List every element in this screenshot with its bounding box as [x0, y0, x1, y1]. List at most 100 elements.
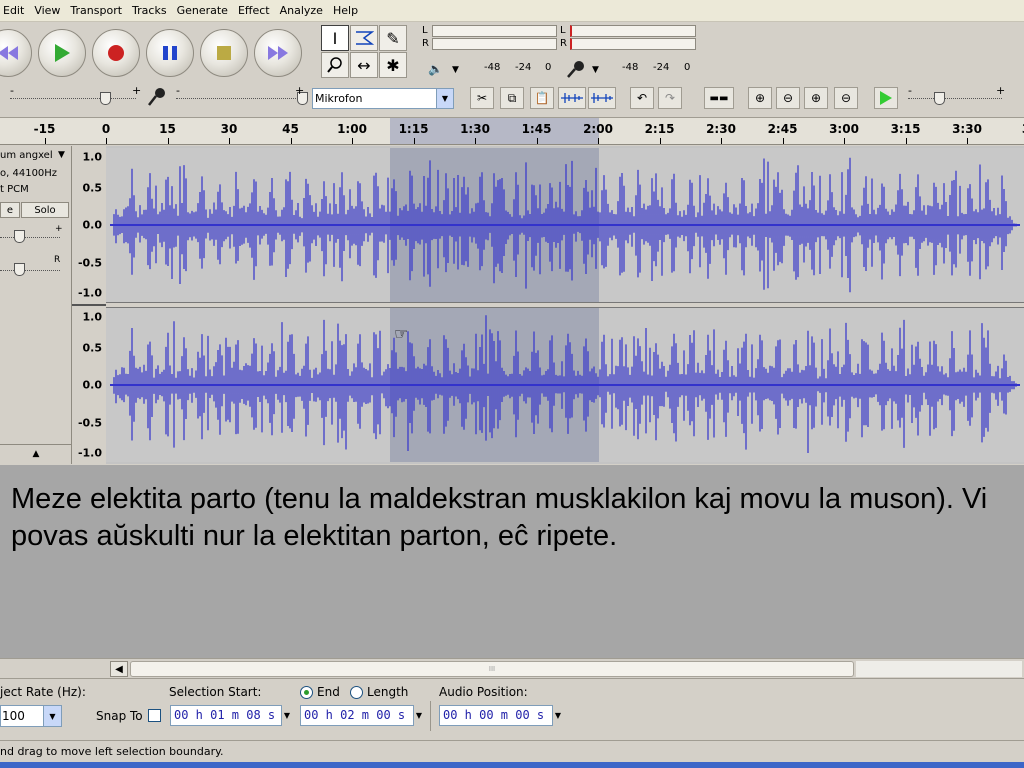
fit-selection-button[interactable]: ⊕ — [804, 87, 828, 109]
scroll-track[interactable] — [856, 661, 1022, 677]
trim-button[interactable] — [558, 87, 586, 109]
skip-start-button[interactable] — [0, 29, 32, 77]
timeline-ruler[interactable]: -15 0 15 30 45 1:00 1:15 1:30 1:45 2:00 2:15 2:30 2:… — [0, 117, 1024, 145]
pan-slider[interactable] — [14, 263, 25, 276]
scroll-thumb[interactable]: III — [130, 661, 854, 677]
menu-transport[interactable]: Transport — [67, 0, 129, 22]
collapse-track-button[interactable]: ▲ — [0, 444, 72, 462]
redo-button[interactable]: ↷ — [658, 87, 682, 109]
input-volume-minus: - — [176, 84, 180, 97]
track-name-menu[interactable]: um angxel ▼ — [0, 149, 72, 164]
record-button[interactable] — [92, 29, 140, 77]
multi-tool[interactable]: ✱ — [379, 52, 407, 78]
mute-button[interactable]: e — [0, 202, 20, 218]
audio-position-field[interactable]: 00 h 00 m 00 s — [439, 705, 553, 726]
selection-toolbar: ject Rate (Hz): 100 ▼ Snap To Selection … — [0, 678, 1024, 740]
track-name: um angxel — [0, 150, 53, 161]
waveform-area[interactable]: ☞ — [106, 146, 1024, 464]
envelope-tool[interactable] — [350, 25, 378, 51]
chevron-down-icon[interactable]: ▼ — [58, 150, 65, 160]
end-radio[interactable] — [300, 686, 313, 699]
chevron-down-icon[interactable]: ▼ — [43, 706, 61, 726]
pan-right-label: R — [54, 255, 61, 265]
play-meter-right — [432, 38, 557, 50]
snap-to-checkbox[interactable] — [148, 709, 161, 722]
scale-bottom-neg-1: -1.0 — [77, 446, 102, 460]
paste-icon: 📋 — [534, 91, 550, 105]
ruler-tick — [106, 138, 107, 144]
ruler-tick — [967, 138, 968, 144]
selection-tool[interactable]: I — [321, 25, 349, 51]
output-volume-slider[interactable] — [100, 92, 111, 105]
chevron-down-icon[interactable]: ▼ — [436, 89, 453, 108]
speaker-icon[interactable]: 🔈 — [428, 62, 443, 76]
play-at-speed-button[interactable] — [874, 87, 898, 109]
undo-button[interactable]: ↶ — [630, 87, 654, 109]
input-source-value: Mikrofon — [315, 92, 363, 105]
gain-plus: + — [55, 224, 63, 234]
skip-end-button[interactable] — [254, 29, 302, 77]
trim-icon — [561, 93, 583, 103]
paste-button[interactable]: 📋 — [530, 87, 554, 109]
scale-top-1: 1.0 — [82, 150, 103, 164]
menu-effect[interactable]: Effect — [235, 0, 277, 22]
length-label: Length — [367, 685, 409, 699]
cut-button[interactable]: ✂ — [470, 87, 494, 109]
selection-end-field[interactable]: 00 h 02 m 00 s — [300, 705, 414, 726]
selection-start-value: 00 h 01 m 08 s — [174, 708, 276, 722]
status-bar: nd drag to move left selection boundary. — [0, 740, 1024, 762]
sync-lock-button[interactable]: ▬▬ — [704, 87, 734, 109]
zoom-out-button[interactable]: ⊖ — [776, 87, 800, 109]
menu-help[interactable]: Help — [330, 0, 365, 22]
stop-button[interactable] — [200, 29, 248, 77]
selection-start-format-icon[interactable]: ▼ — [282, 706, 292, 725]
scale-bottom-1: 1.0 — [82, 310, 103, 324]
fit-project-button[interactable]: ⊖ — [834, 87, 858, 109]
horizontal-scrollbar[interactable]: ◀ III — [0, 658, 1024, 678]
ruler-label: 1:00 — [337, 122, 367, 136]
scale-bottom-neg-0-5: -0.5 — [77, 416, 102, 430]
ruler-label: 0 — [101, 122, 111, 136]
zoom-tool[interactable] — [321, 52, 349, 78]
output-volume-minus: - — [10, 84, 14, 97]
output-volume-plus: + — [132, 84, 142, 97]
solo-button[interactable]: Solo — [21, 202, 69, 218]
menu-tracks[interactable]: Tracks — [129, 0, 174, 22]
menu-analyze[interactable]: Analyze — [277, 0, 330, 22]
play-meter-left — [432, 25, 557, 37]
play-button[interactable] — [38, 29, 86, 77]
copy-button[interactable]: ⧉ — [500, 87, 524, 109]
menu-view[interactable]: View — [31, 0, 67, 22]
pointing-hand-cursor-icon: ☞ — [394, 324, 409, 343]
ruler-tick — [721, 138, 722, 144]
play-icon — [55, 44, 70, 62]
input-source-select[interactable]: Mikrofon ▼ — [312, 88, 454, 109]
mic-meter-button[interactable] — [566, 60, 586, 81]
mute-label: e — [6, 204, 14, 216]
project-rate-label: ject Rate (Hz): — [0, 685, 86, 699]
scroll-left-button[interactable]: ◀ — [110, 661, 128, 677]
ruler-label: 3:30 — [952, 122, 982, 136]
rec-meter-dropdown-icon[interactable]: ▼ — [592, 65, 599, 75]
menu-generate[interactable]: Generate — [174, 0, 235, 22]
play-meter-dropdown-icon[interactable]: ▼ — [452, 65, 459, 75]
pause-button[interactable] — [146, 29, 194, 77]
speed-slider[interactable] — [934, 92, 945, 105]
stop-icon — [217, 46, 231, 60]
rec-scale-0: 0 — [684, 62, 691, 73]
time-shift-tool[interactable]: ↔ — [350, 52, 378, 78]
input-volume-track — [176, 98, 304, 99]
menu-edit[interactable]: Edit — [0, 0, 31, 22]
play-meter-left-label: L — [422, 25, 428, 36]
rec-meter-right — [570, 38, 696, 50]
ruler-label: 1:30 — [460, 122, 490, 136]
gain-slider[interactable] — [14, 230, 25, 243]
selection-end-format-icon[interactable]: ▼ — [414, 706, 424, 725]
zoom-in-button[interactable]: ⊕ — [748, 87, 772, 109]
silence-button[interactable] — [588, 87, 616, 109]
audio-position-format-icon[interactable]: ▼ — [553, 706, 563, 725]
draw-tool[interactable]: ✎ — [379, 25, 407, 51]
selection-start-field[interactable]: 00 h 01 m 08 s — [170, 705, 282, 726]
length-radio[interactable] — [350, 686, 363, 699]
project-rate-select[interactable]: 100 ▼ — [0, 705, 62, 727]
